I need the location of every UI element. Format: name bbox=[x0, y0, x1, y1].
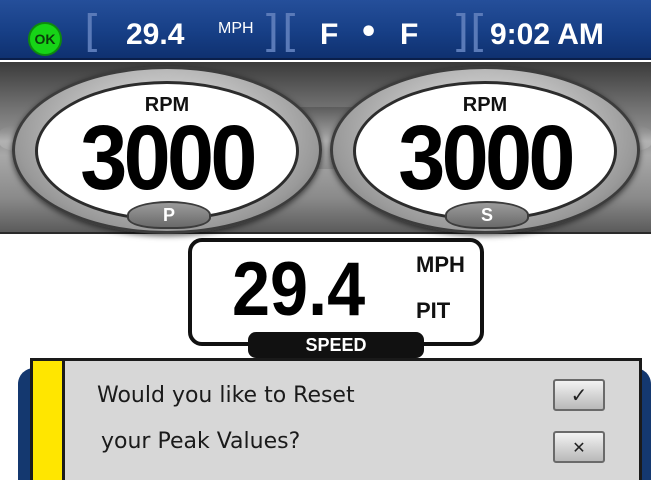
speed-caption: SPEED bbox=[248, 332, 424, 358]
close-icon: ✕ bbox=[572, 437, 586, 457]
ok-status-badge: OK bbox=[28, 22, 62, 56]
speed-value: 29.4 bbox=[232, 247, 366, 332]
port-rpm-gauge[interactable]: RPM 3000 P bbox=[12, 66, 322, 234]
gauge-side-tag: S bbox=[445, 201, 529, 229]
tank-right-level: F bbox=[400, 18, 419, 51]
clock: 9:02 AM bbox=[490, 18, 604, 51]
tank-left-level: F bbox=[320, 18, 339, 51]
confirm-button[interactable]: ✓ bbox=[553, 379, 605, 411]
cancel-button[interactable]: ✕ bbox=[553, 431, 605, 463]
speed-display[interactable]: 29.4 MPH PIT SPEED bbox=[188, 238, 484, 358]
gauge-face: RPM 3000 bbox=[353, 81, 617, 221]
speed-unit: MPH bbox=[416, 252, 465, 277]
dialog-warning-stripe bbox=[33, 361, 65, 480]
gauge-rpm-value: 3000 bbox=[80, 107, 257, 209]
bracket-open-icon: [ bbox=[470, 6, 488, 57]
gauge-panel: RPM 3000 P RPM 3000 S bbox=[0, 62, 651, 234]
status-bar: OK [ 29.4 MPH ] [ F • F ] [ 9:02 AM bbox=[0, 0, 651, 60]
starboard-rpm-gauge[interactable]: RPM 3000 S bbox=[330, 66, 640, 234]
bracket-close-icon: ] bbox=[452, 6, 470, 57]
gauge-side-tag: P bbox=[127, 201, 211, 229]
speed-source-label: PIT bbox=[416, 298, 451, 323]
status-speed-value: 29.4 bbox=[126, 18, 185, 51]
status-speed-unit: MPH bbox=[218, 20, 254, 37]
bracket-open-icon: [ bbox=[84, 6, 102, 57]
dialog-message-line2: your Peak Values? bbox=[101, 429, 301, 454]
bracket-open-icon: [ bbox=[282, 6, 300, 57]
dialog-message-line1: Would you like to Reset bbox=[97, 383, 355, 408]
gauge-face: RPM 3000 bbox=[35, 81, 299, 221]
reset-peak-dialog: Would you like to Reset your Peak Values… bbox=[30, 358, 642, 480]
bracket-close-icon: ] bbox=[262, 6, 280, 57]
checkmark-icon: ✓ bbox=[570, 383, 588, 407]
tank-separator-dot: • bbox=[359, 15, 379, 50]
gauge-rpm-value: 3000 bbox=[398, 107, 575, 209]
